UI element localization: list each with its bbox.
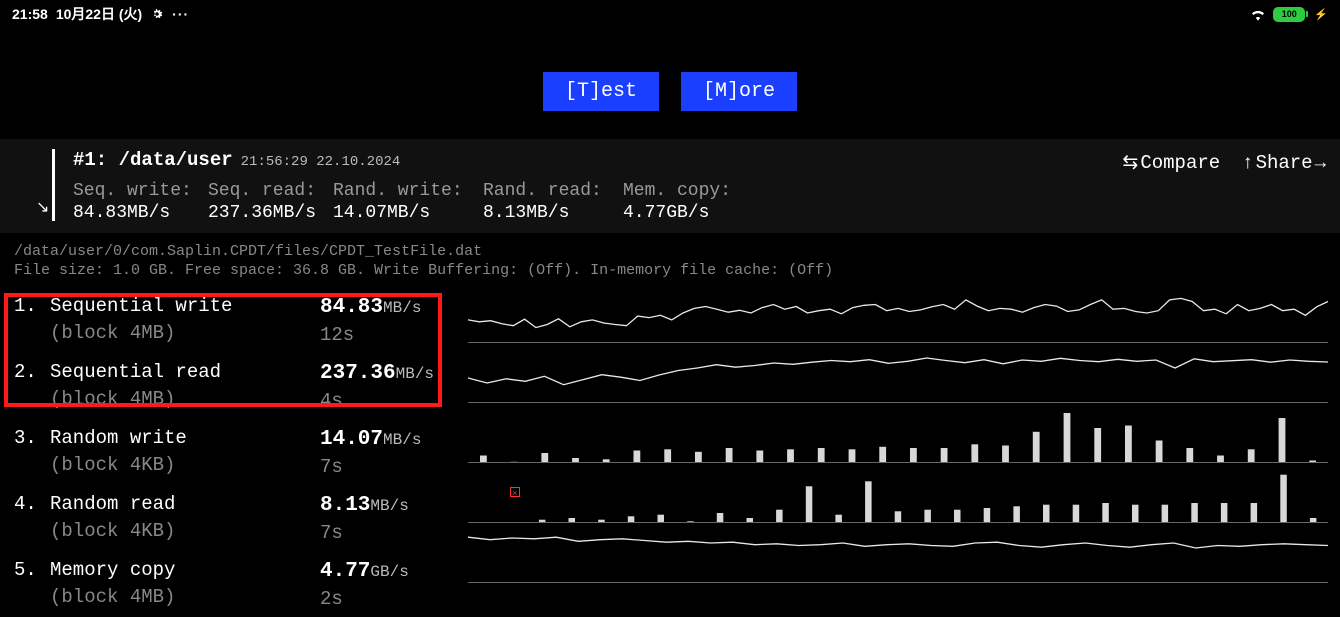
marker-icon: × [510,487,520,497]
chart-mem-copy [468,533,1328,583]
test-name: Random write [50,425,320,452]
test-value: 84.83 [320,296,383,319]
test-name: Memory copy [50,557,320,584]
test-idx: 4. [14,491,50,547]
test-unit: MB/s [396,365,434,383]
label-seq-read: Seq. read: [208,181,333,201]
share-right-icon: → [1315,152,1326,174]
test-duration: 4s [320,388,434,415]
test-block: (block 4MB) [50,584,320,611]
battery-pct: 100 [1282,9,1297,19]
wifi-icon [1249,7,1267,21]
test-idx: 2. [14,359,50,415]
gear-icon [150,7,164,21]
compare-icon: ⇆ [1122,151,1138,174]
test-name: Sequential read [50,359,320,386]
test-unit: MB/s [370,497,408,515]
chart-seq-write [468,293,1328,343]
run-title: #1: /data/user [73,149,233,171]
test-button[interactable]: [T]est [543,72,659,111]
test-idx: 1. [14,293,50,349]
share-up-icon: ↑ [1242,152,1253,174]
compare-label: Compare [1140,152,1220,174]
expand-arrow-icon[interactable]: ↘ [36,197,49,217]
val-seq-read: 237.36MB/s [208,203,333,223]
test-block: (block 4MB) [50,320,320,347]
chart-rand-read: × [468,473,1328,523]
android-status-bar: 21:58 10月22日 (火) ··· 100 ⚡ [0,0,1340,28]
test-duration: 2s [320,586,409,613]
test-value: 237.36 [320,362,396,385]
val-mem-copy: 4.77GB/s [623,203,743,223]
battery-indicator: 100 [1273,7,1308,22]
test-unit: MB/s [383,431,421,449]
test-file-path: /data/user/0/com.Saplin.CPDT/files/CPDT_… [14,243,1326,260]
test-value: 8.13 [320,494,370,517]
label-mem-copy: Mem. copy: [623,181,743,201]
test-row-rand-write: 3. Random write (block 4KB) 14.07MB/s 7s [2,419,452,485]
file-info-panel: /data/user/0/com.Saplin.CPDT/files/CPDT_… [0,233,1340,283]
top-button-bar: [T]est [M]ore [0,28,1340,139]
test-value: 14.07 [320,428,383,451]
val-rand-read: 8.13MB/s [483,203,623,223]
result-accent-bar [52,149,55,221]
test-block: (block 4KB) [50,452,320,479]
run-timestamp: 21:56:29 22.10.2024 [241,154,401,170]
test-value: 4.77 [320,560,370,583]
tests-list: 1. Sequential write (block 4MB) 84.83MB/… [2,287,452,617]
charts-column: × [452,287,1340,617]
charging-icon: ⚡ [1314,8,1328,21]
result-summary-panel: ↘ #1: /data/user 21:56:29 22.10.2024 Seq… [0,139,1340,233]
test-name: Sequential write [50,293,320,320]
test-row-seq-read: 2. Sequential read (block 4MB) 237.36MB/… [2,353,452,419]
test-row-rand-read: 4. Random read (block 4KB) 8.13MB/s 7s [2,485,452,551]
val-rand-write: 14.07MB/s [333,203,483,223]
test-idx: 3. [14,425,50,481]
chart-rand-write [468,413,1328,463]
test-name: Random read [50,491,320,518]
label-rand-read: Rand. read: [483,181,623,201]
more-dots-icon: ··· [172,6,189,22]
share-label: Share [1256,152,1313,174]
test-row-mem-copy: 5. Memory copy (block 4MB) 4.77GB/s 2s [2,551,452,617]
status-time: 21:58 [12,6,48,22]
test-block: (block 4KB) [50,518,320,545]
status-date: 10月22日 (火) [56,4,142,24]
test-duration: 12s [320,322,421,349]
chart-seq-read [468,353,1328,403]
share-button[interactable]: ↑Share→ [1242,151,1326,174]
test-duration: 7s [320,454,421,481]
test-unit: MB/s [383,299,421,317]
test-file-params: File size: 1.0 GB. Free space: 36.8 GB. … [14,262,1326,279]
val-seq-write: 84.83MB/s [73,203,208,223]
test-idx: 5. [14,557,50,613]
label-seq-write: Seq. write: [73,181,208,201]
test-duration: 7s [320,520,409,547]
test-unit: GB/s [370,563,408,581]
compare-button[interactable]: ⇆ Compare [1122,151,1220,174]
label-rand-write: Rand. write: [333,181,483,201]
more-button[interactable]: [M]ore [681,72,797,111]
test-block: (block 4MB) [50,386,320,413]
test-row-seq-write: 1. Sequential write (block 4MB) 84.83MB/… [2,287,452,353]
